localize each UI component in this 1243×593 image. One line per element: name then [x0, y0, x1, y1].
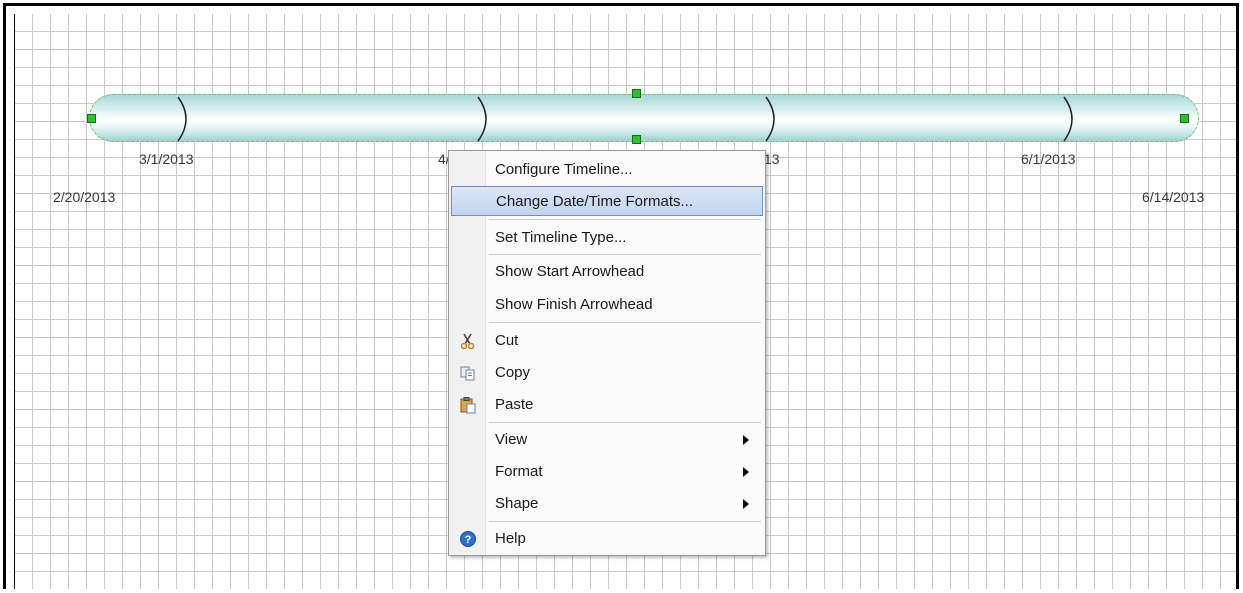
timeline-divider-apr — [477, 96, 487, 142]
menu-item-help[interactable]: ? Help — [451, 524, 763, 554]
svg-text:?: ? — [465, 534, 472, 546]
menu-item-label: Cut — [495, 332, 519, 349]
menu-item-label: Shape — [495, 495, 539, 512]
selection-handle-right[interactable] — [1180, 114, 1189, 123]
timeline-shape[interactable] — [89, 94, 1199, 142]
menu-item-label: View — [495, 431, 528, 448]
menu-item-change-date-time-formats[interactable]: Change Date/Time Formats... — [451, 186, 763, 216]
menu-item-label: Configure Timeline... — [495, 161, 633, 178]
timeline-divider-marks — [177, 96, 1073, 142]
menu-separator — [489, 422, 761, 423]
menu-item-set-timeline-type[interactable]: Set Timeline Type... — [451, 223, 763, 253]
menu-item-label: Copy — [495, 364, 531, 381]
timeline-date-label: 6/1/2013 — [1021, 151, 1076, 167]
menu-item-copy[interactable]: Copy — [451, 358, 763, 388]
timeline-start-date-label: 2/20/2013 — [53, 189, 116, 205]
submenu-arrow-icon — [743, 499, 749, 509]
menu-item-label: Show Start Arrowhead — [495, 263, 645, 280]
timeline-date-label: 3/1/2013 — [139, 151, 194, 167]
menu-item-label: Set Timeline Type... — [495, 229, 627, 246]
menu-item-show-start-arrowhead[interactable]: Show Start Arrowhead — [451, 257, 763, 287]
timeline-end-date-label: 6/14/2013 — [1142, 189, 1205, 205]
submenu-arrow-icon — [743, 467, 749, 477]
menu-item-label: Help — [495, 530, 526, 547]
menu-item-view[interactable]: View — [451, 425, 763, 455]
menu-item-cut[interactable]: Cut — [451, 326, 763, 356]
paste-icon — [460, 397, 476, 414]
timeline-divider-jun — [1063, 96, 1073, 142]
help-icon: ? — [460, 531, 476, 547]
timeline-divider-mar — [177, 96, 187, 142]
menu-separator — [489, 254, 761, 255]
menu-item-label: Show Finish Arrowhead — [495, 296, 653, 313]
menu-separator — [489, 521, 761, 522]
selection-handle-left[interactable] — [87, 114, 96, 123]
submenu-arrow-icon — [743, 435, 749, 445]
menu-item-shape[interactable]: Shape — [451, 489, 763, 519]
menu-item-format[interactable]: Format — [451, 457, 763, 487]
context-menu: Configure Timeline... Change Date/Time F… — [448, 150, 766, 556]
menu-item-label: Format — [495, 463, 543, 480]
timeline-divider-may — [765, 96, 775, 142]
selection-handle-top[interactable] — [632, 89, 641, 98]
menu-item-configure-timeline[interactable]: Configure Timeline... — [451, 155, 763, 185]
menu-item-show-finish-arrowhead[interactable]: Show Finish Arrowhead — [451, 290, 763, 320]
menu-separator — [489, 322, 761, 323]
selection-handle-bottom[interactable] — [632, 135, 641, 144]
menu-item-label: Change Date/Time Formats... — [496, 193, 694, 210]
menu-item-label: Paste — [495, 396, 534, 413]
scissors-icon — [460, 333, 475, 350]
copy-icon — [460, 366, 475, 381]
menu-separator — [489, 219, 761, 220]
menu-item-paste[interactable]: Paste — [451, 390, 763, 420]
